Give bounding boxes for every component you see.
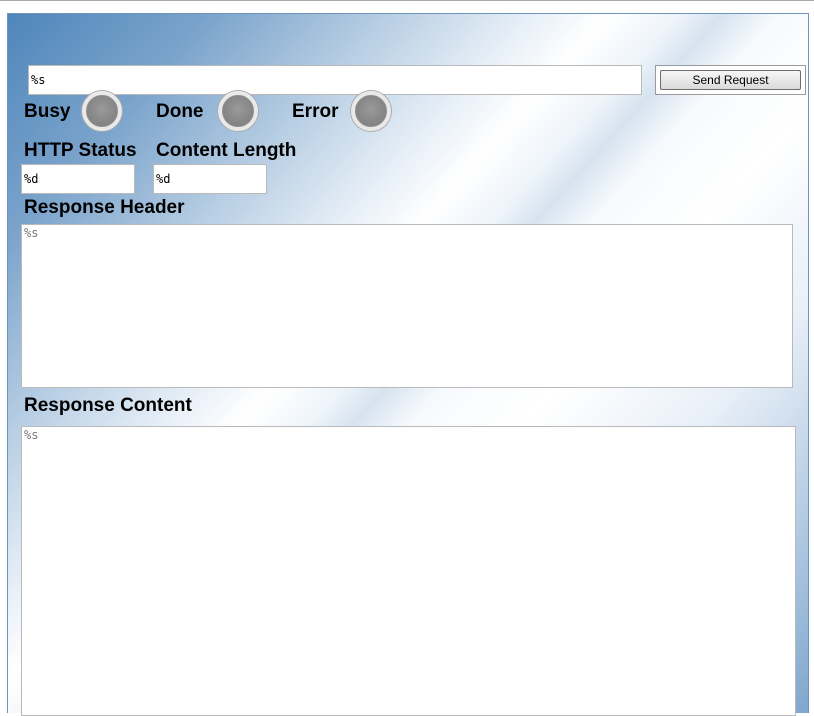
- response-content-label: Response Content: [24, 395, 192, 416]
- response-content-textarea[interactable]: %s: [21, 426, 796, 716]
- http-request-panel: Send Request Busy Done Error HTTP Status…: [7, 13, 809, 716]
- busy-label: Busy: [24, 101, 71, 122]
- url-input[interactable]: [28, 65, 642, 95]
- content-length-field[interactable]: [153, 164, 267, 194]
- done-indicator-light: [218, 91, 258, 131]
- done-label: Done: [156, 101, 204, 122]
- response-header-textarea[interactable]: %s: [21, 224, 793, 388]
- send-button-frame: Send Request: [655, 65, 806, 95]
- content-length-label: Content Length: [156, 140, 297, 161]
- busy-indicator-light: [82, 91, 122, 131]
- error-label: Error: [292, 101, 339, 122]
- error-indicator-light: [351, 91, 391, 131]
- http-status-field[interactable]: [21, 164, 135, 194]
- http-status-label: HTTP Status: [24, 140, 137, 161]
- response-header-label: Response Header: [24, 197, 185, 218]
- window-top-border: [0, 0, 814, 1]
- send-request-button[interactable]: Send Request: [660, 70, 801, 90]
